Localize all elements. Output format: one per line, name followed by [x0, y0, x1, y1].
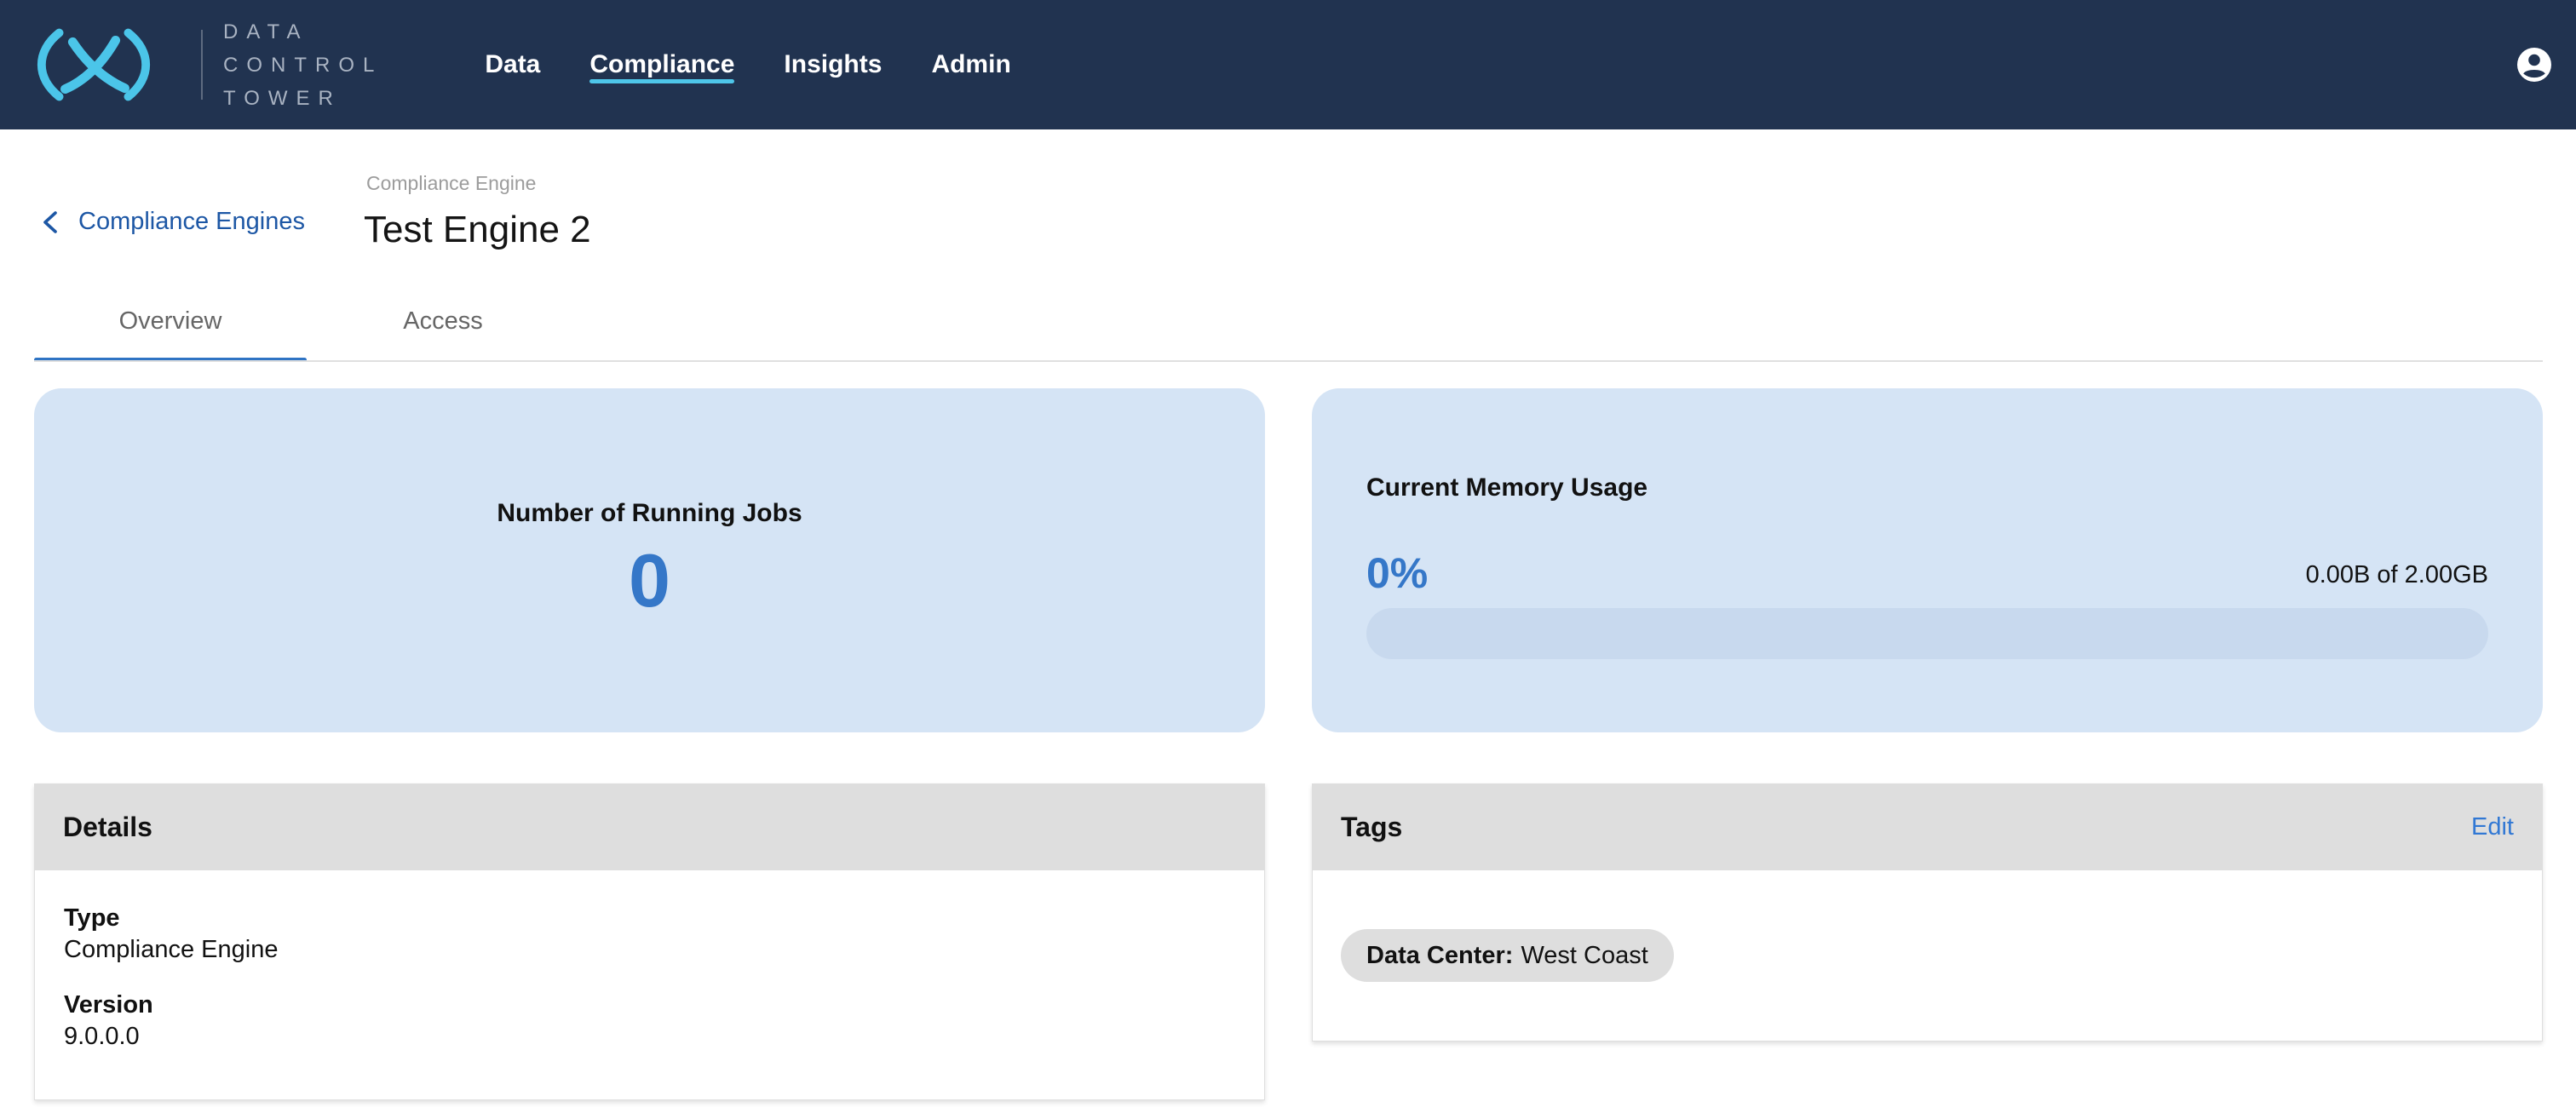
- tab-overview[interactable]: Overview: [34, 280, 307, 362]
- tab-overview-label: Overview: [119, 307, 222, 336]
- brand-logo: DATA CONTROL TOWER: [31, 15, 382, 115]
- top-navbar: DATA CONTROL TOWER Data Compliance Insig…: [0, 0, 2576, 129]
- tab-access[interactable]: Access: [307, 280, 579, 362]
- field-label: Type: [64, 903, 1235, 934]
- nav-item-data[interactable]: Data: [485, 43, 540, 86]
- brand-wordmark: DATA CONTROL TOWER: [223, 15, 382, 115]
- nav-item-insights[interactable]: Insights: [784, 43, 882, 86]
- details-field-version: Version 9.0.0.0: [64, 990, 1235, 1053]
- details-field-type: Type Compliance Engine: [64, 903, 1235, 966]
- running-jobs-title: Number of Running Jobs: [34, 497, 1265, 530]
- tag-chip-key: Data Center:: [1366, 942, 1513, 970]
- tags-panel-body: Data Center: West Coast: [1312, 870, 2543, 1042]
- running-jobs-count: 0: [34, 540, 1265, 622]
- details-panel-body: Type Compliance Engine Version 9.0.0.0: [34, 870, 1265, 1100]
- page-header: Compliance Engines Compliance Engine Tes…: [0, 129, 2576, 362]
- tab-bar: Overview Access: [34, 280, 579, 362]
- details-title: Details: [63, 812, 152, 843]
- details-panel: Details Type Compliance Engine Version 9…: [34, 783, 1265, 1100]
- tags-panel: Tags Edit Data Center: West Coast: [1312, 783, 2543, 1042]
- entity-type-label: Compliance Engine: [366, 172, 536, 195]
- primary-nav: Data Compliance Insights Admin: [485, 43, 1010, 86]
- tabs-divider: [34, 360, 2543, 362]
- running-jobs-card: Number of Running Jobs 0: [34, 388, 1265, 732]
- back-link-compliance-engines[interactable]: Compliance Engines: [39, 208, 305, 236]
- main-content: Number of Running Jobs 0 Current Memory …: [0, 388, 2576, 1100]
- memory-usage-card: Current Memory Usage 0% 0.00B of 2.00GB: [1312, 388, 2543, 732]
- field-value: 9.0.0.0: [64, 1021, 1235, 1053]
- tags-title: Tags: [1341, 812, 1402, 843]
- logo-divider: [201, 30, 203, 100]
- memory-usage-title: Current Memory Usage: [1366, 472, 2488, 504]
- nav-item-compliance[interactable]: Compliance: [589, 43, 734, 86]
- delphix-logo-icon: [31, 28, 157, 101]
- field-label: Version: [64, 990, 1235, 1021]
- tag-chip: Data Center: West Coast: [1341, 929, 1674, 982]
- back-link-label: Compliance Engines: [78, 208, 305, 236]
- memory-progress-bar: [1366, 608, 2488, 659]
- page-title: Test Engine 2: [364, 206, 591, 253]
- memory-usage-text: 0.00B of 2.00GB: [2306, 561, 2488, 596]
- wordmark-line: DATA: [223, 15, 382, 49]
- tab-access-label: Access: [403, 307, 482, 336]
- wordmark-line: CONTROL: [223, 49, 382, 82]
- chevron-left-icon: [39, 209, 61, 236]
- tags-panel-header: Tags Edit: [1312, 783, 2543, 870]
- account-button[interactable]: [2516, 47, 2552, 83]
- field-value: Compliance Engine: [64, 934, 1235, 966]
- edit-tags-link[interactable]: Edit: [2471, 813, 2514, 841]
- nav-item-admin[interactable]: Admin: [931, 43, 1010, 86]
- account-circle-icon: [2516, 47, 2552, 83]
- memory-percent: 0%: [1366, 550, 1428, 596]
- details-panel-header: Details: [34, 783, 1265, 870]
- wordmark-line: TOWER: [223, 82, 382, 115]
- tag-chip-value: West Coast: [1521, 942, 1647, 970]
- memory-stats-row: 0% 0.00B of 2.00GB: [1366, 550, 2488, 596]
